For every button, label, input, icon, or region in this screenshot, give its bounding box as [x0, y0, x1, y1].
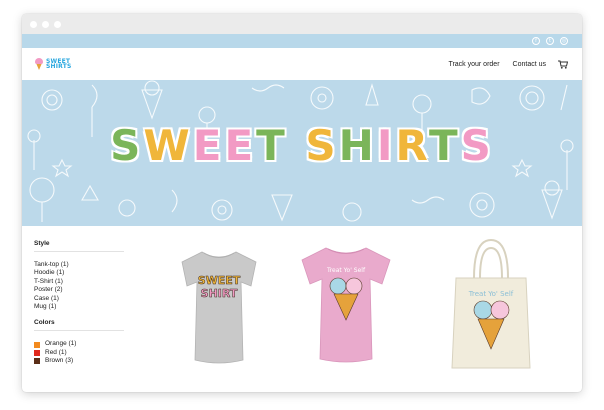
shirt-print-line-1: SWEET	[198, 274, 241, 287]
tote-bag-image: Treat Yo' Self	[451, 238, 531, 369]
product-card-tote-bag[interactable]: Treat Yo' Self	[436, 234, 546, 379]
style-filter-mug[interactable]: Mug (1)	[34, 303, 136, 311]
logo-line-2: SHIRTS	[46, 63, 72, 70]
logo-text: SWEET SHIRTS	[46, 59, 72, 70]
color-filter-label: Red (1)	[45, 348, 67, 356]
hero-title-letter: W	[143, 121, 193, 171]
instagram-icon[interactable]: ◎	[560, 37, 568, 45]
style-filter-list: Tank-top (1) Hoodie (1) T-Shirt (1) Post…	[34, 261, 136, 311]
brown-swatch	[34, 358, 40, 365]
style-filter-tshirt[interactable]: T-Shirt (1)	[34, 278, 136, 286]
browser-window: f t ◎ SWEET SHIRTS Track your order Cont…	[22, 14, 582, 392]
product-card-pink-shirt[interactable]: Treat Yo' Self	[296, 242, 396, 371]
product-grid: SWEET SHIRT Treat Yo' Self Treat Yo' Sel…	[136, 226, 582, 392]
tote-print-text: Treat Yo' Self	[468, 290, 514, 298]
social-bar: f t ◎	[22, 34, 582, 48]
shop-content: Style Tank-top (1) Hoodie (1) T-Shirt (1…	[22, 226, 582, 392]
style-filter-tank-top[interactable]: Tank-top (1)	[34, 261, 136, 269]
hero-title-word-2: SHIRTS	[305, 121, 494, 171]
hero-title: SWEET SHIRTS	[22, 121, 582, 171]
site-header: SWEET SHIRTS Track your order Contact us	[22, 48, 582, 80]
color-filter-brown[interactable]: Brown (3)	[34, 357, 136, 365]
cart-icon[interactable]	[558, 60, 568, 69]
hero-banner: SWEET SHIRTS	[22, 80, 582, 226]
hero-title-letter: E	[192, 121, 225, 171]
hero-title-letter: E	[224, 121, 257, 171]
style-filter-hoodie[interactable]: Hoodie (1)	[34, 269, 136, 277]
color-filter-list: Orange (1) Red (1) Brown (3)	[34, 340, 136, 365]
window-dot-2[interactable]	[42, 20, 49, 28]
hero-title-letter: T	[428, 121, 461, 171]
browser-chrome	[22, 14, 582, 34]
grey-tshirt-image: SWEET SHIRT	[181, 251, 257, 364]
product-card-grey-shirt[interactable]: SWEET SHIRT	[174, 246, 264, 371]
track-order-link[interactable]: Track your order	[448, 61, 499, 68]
twitter-icon[interactable]: t	[546, 37, 554, 45]
color-filter-orange[interactable]: Orange (1)	[34, 340, 136, 348]
site-logo[interactable]: SWEET SHIRTS	[34, 58, 72, 70]
hero-title-word-1: SWEET	[109, 121, 288, 171]
shirt-print-text: Treat Yo' Self	[326, 267, 366, 274]
window-dot-1[interactable]	[30, 20, 37, 28]
hero-title-letter: T	[255, 121, 288, 171]
color-filter-red[interactable]: Red (1)	[34, 349, 136, 357]
color-filter-label: Orange (1)	[45, 340, 77, 348]
facebook-icon[interactable]: f	[532, 37, 540, 45]
hero-title-letter: S	[305, 121, 339, 171]
style-filter-poster[interactable]: Poster (2)	[34, 286, 136, 294]
hero-title-letter: S	[460, 121, 494, 171]
shirt-print-line-2: SHIRT	[201, 287, 238, 300]
hero-title-letter: H	[338, 121, 377, 171]
orange-swatch	[34, 341, 40, 348]
ice-cream-logo-icon	[34, 58, 44, 70]
hero-title-letter: I	[376, 121, 396, 171]
colors-filter-title: Colors	[34, 319, 124, 332]
style-filter-title: Style	[34, 240, 124, 252]
style-filter-case[interactable]: Case (1)	[34, 295, 136, 303]
color-filter-label: Brown (3)	[45, 357, 74, 365]
contact-link[interactable]: Contact us	[513, 61, 546, 68]
hero-title-letter: S	[109, 121, 144, 171]
pink-tshirt-image: Treat Yo' Self	[301, 247, 391, 363]
hero-title-letter: R	[395, 121, 429, 171]
red-swatch	[34, 350, 40, 357]
filter-sidebar: Style Tank-top (1) Hoodie (1) T-Shirt (1…	[22, 226, 136, 392]
window-dot-3[interactable]	[54, 20, 61, 28]
